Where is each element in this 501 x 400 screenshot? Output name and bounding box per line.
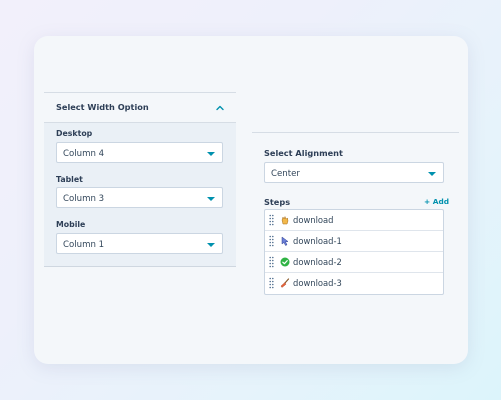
desktop-label: Desktop (56, 129, 93, 138)
alignment-select[interactable]: Center (264, 162, 444, 183)
alignment-select-value: Center (271, 169, 300, 179)
dropdown-caret-icon (207, 197, 215, 201)
drag-handle-icon[interactable] (269, 235, 274, 247)
mobile-label: Mobile (56, 220, 86, 229)
hand-icon (281, 215, 289, 225)
dropdown-caret-icon (207, 152, 215, 156)
pointer-icon (281, 236, 289, 246)
steps-label: Steps (264, 197, 291, 207)
list-item[interactable]: download (265, 210, 443, 231)
step-label: download-1 (293, 236, 342, 246)
list-item[interactable]: download-3 (265, 273, 443, 294)
desktop-select-value: Column 4 (63, 149, 105, 159)
alignment-label: Select Alignment (264, 148, 343, 158)
width-option-body: Desktop Column 4 Tablet Column 3 Mobile … (44, 123, 236, 267)
chevron-up-icon[interactable] (214, 102, 226, 114)
drag-handle-icon[interactable] (269, 256, 274, 268)
mobile-select[interactable]: Column 1 (56, 233, 223, 254)
section-divider (252, 132, 459, 133)
list-item[interactable]: download-2 (265, 252, 443, 273)
add-step-button[interactable]: + Add (424, 197, 449, 206)
list-item[interactable]: download-1 (265, 231, 443, 252)
width-option-panel: Select Width Option Desktop Column 4 Tab… (44, 92, 236, 267)
steps-list: download download-1 download-2 download-… (264, 209, 444, 295)
dropdown-caret-icon (428, 172, 436, 176)
drag-handle-icon[interactable] (269, 277, 274, 289)
step-label: download (293, 215, 334, 225)
width-option-title: Select Width Option (56, 102, 149, 112)
dropdown-caret-icon (207, 243, 215, 247)
broom-icon (280, 278, 290, 288)
tablet-label: Tablet (56, 175, 83, 184)
desktop-select[interactable]: Column 4 (56, 142, 223, 163)
drag-handle-icon[interactable] (269, 214, 274, 226)
tablet-select-value: Column 3 (63, 194, 105, 204)
mobile-select-value: Column 1 (63, 240, 105, 250)
check-circle-icon (280, 257, 290, 267)
step-label: download-3 (293, 278, 342, 288)
tablet-select[interactable]: Column 3 (56, 187, 223, 208)
width-option-accordion-header[interactable]: Select Width Option (44, 92, 236, 123)
step-label: download-2 (293, 257, 342, 267)
